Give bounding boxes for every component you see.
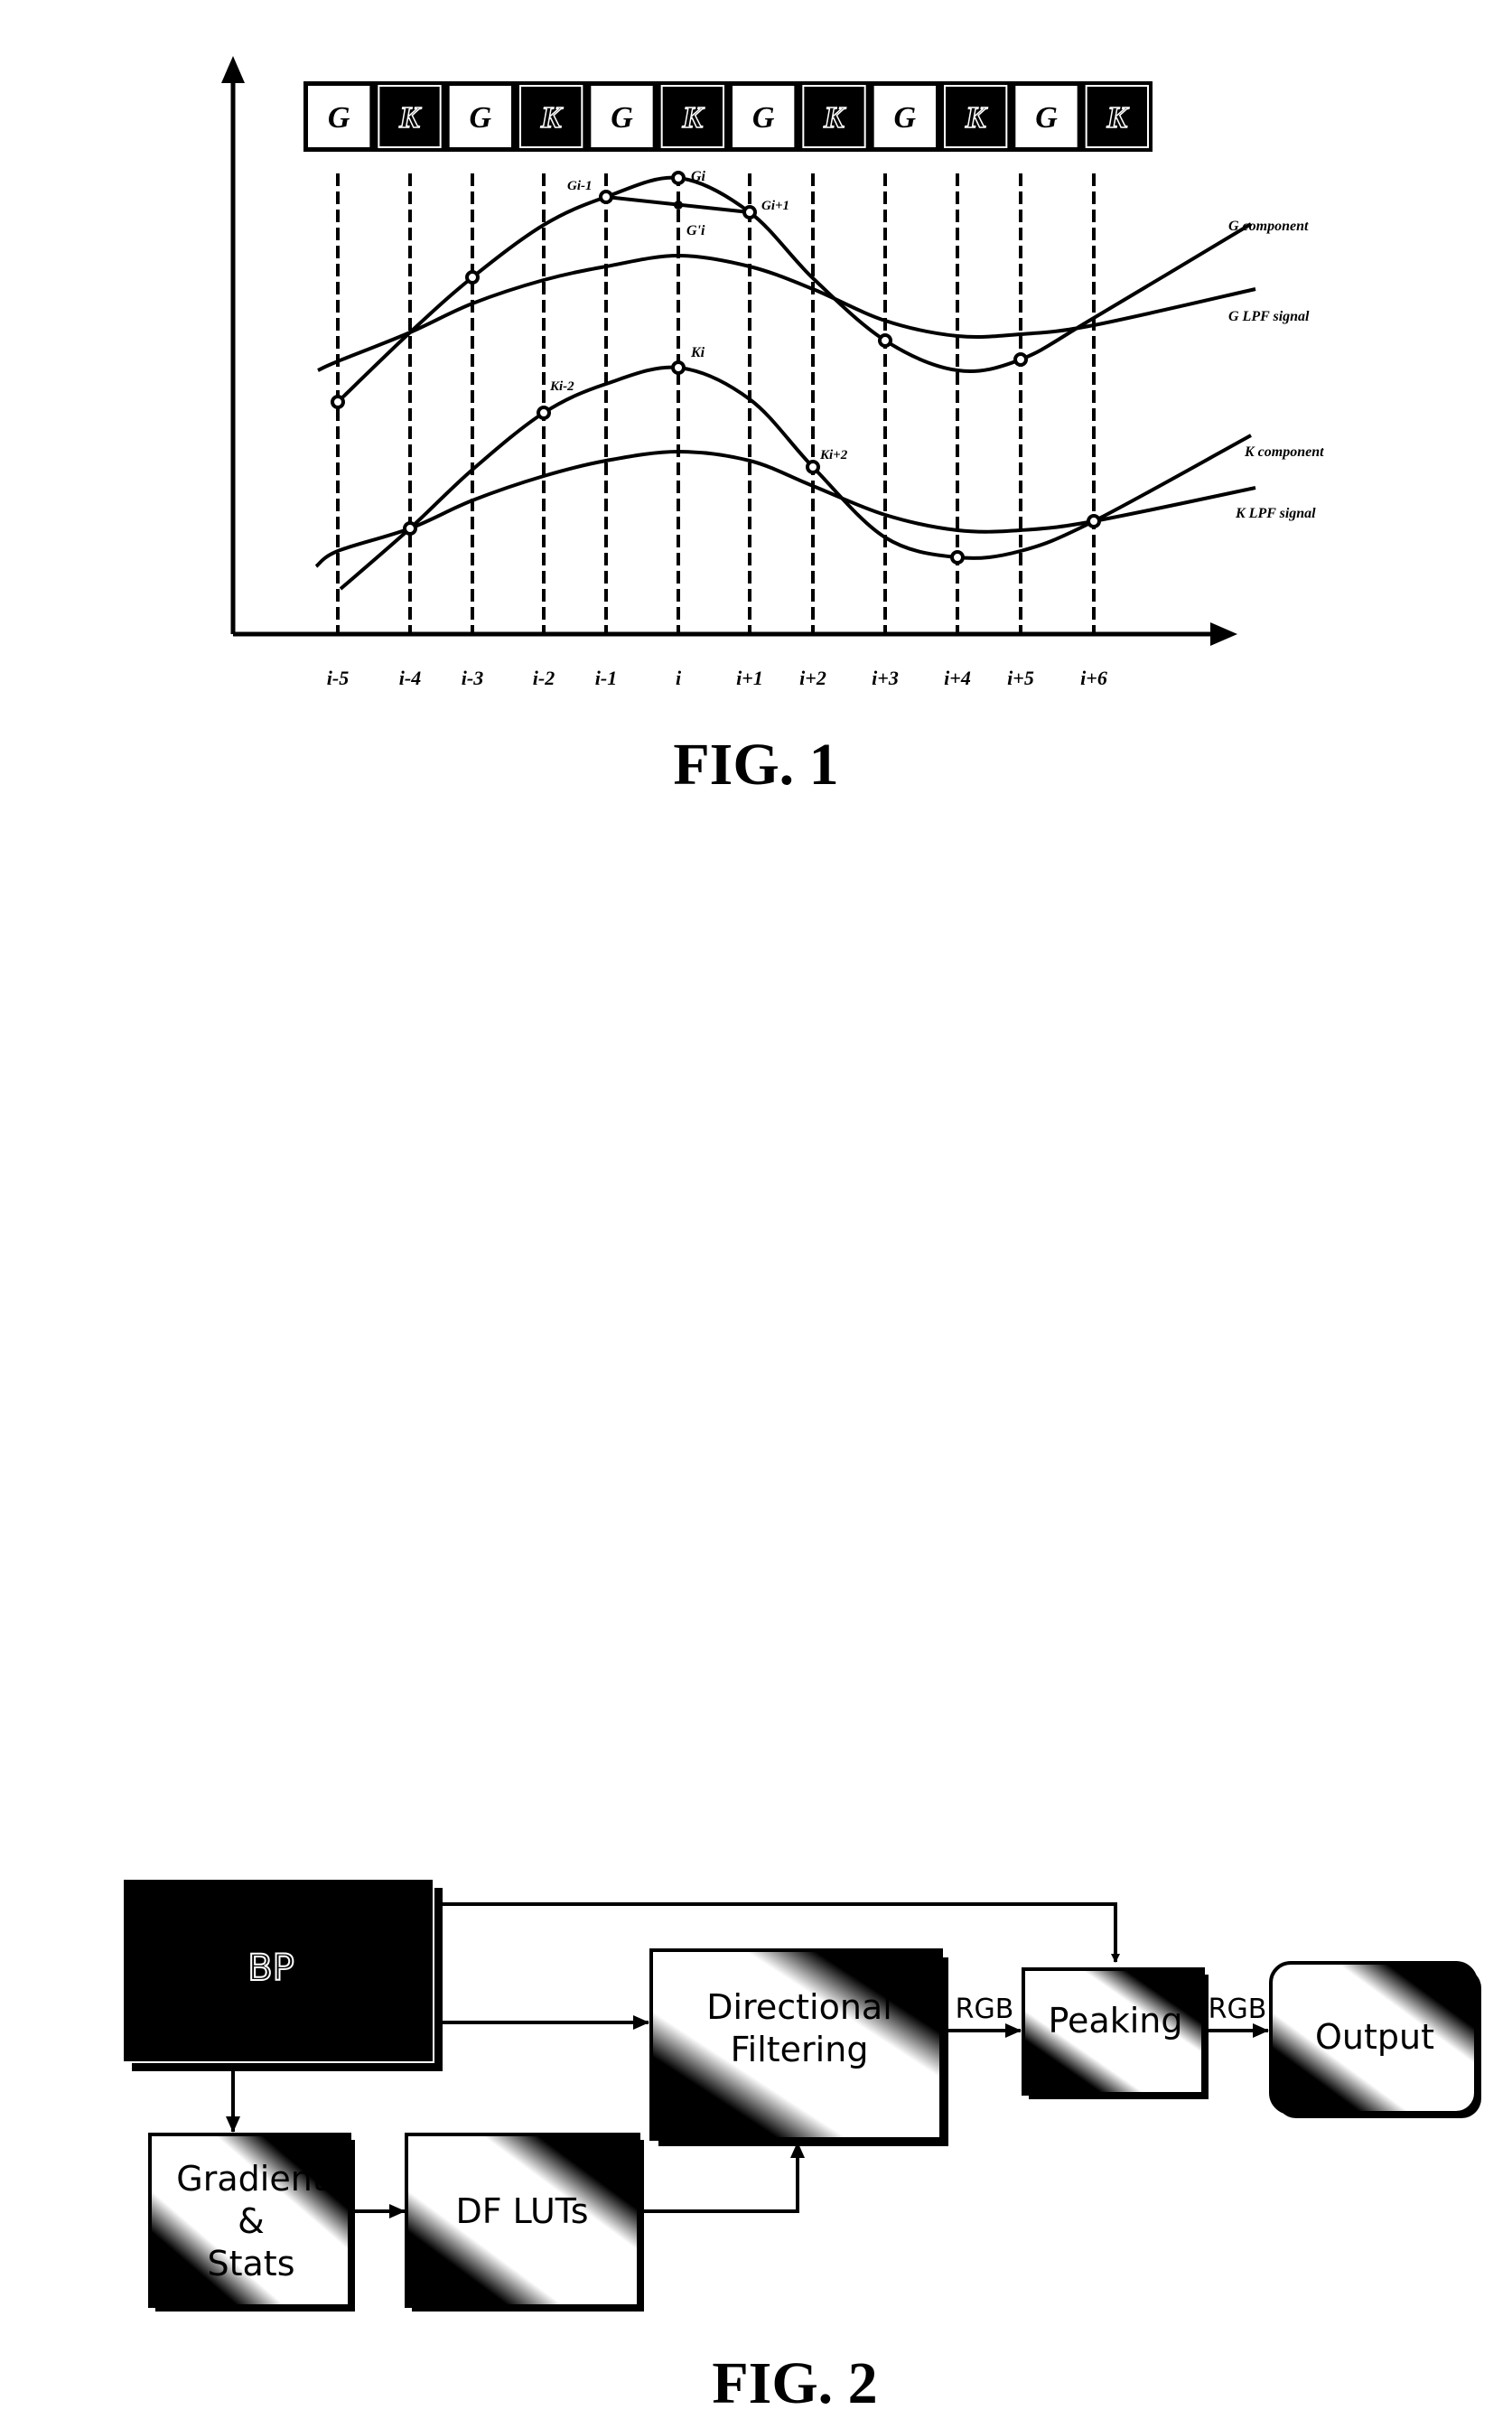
x-tick-label: i-1 <box>595 667 617 689</box>
connector-dfluts-to-directional-filtering <box>641 2142 805 2213</box>
pattern-cell-label: K <box>823 101 846 135</box>
block-bp-label: BP <box>247 1947 294 1989</box>
block-gradient-label-line3: Stats <box>207 2244 294 2284</box>
sample-points <box>331 171 1101 565</box>
block-df-label-line1: Directional <box>706 1987 892 2027</box>
block-df-luts: DF LUTs <box>405 2133 644 2312</box>
pattern-cell-label: K <box>681 101 705 135</box>
label-g-i-plus-1: Gi+1 <box>761 199 789 213</box>
k-sample-point <box>671 360 686 375</box>
x-tick-label: i-3 <box>462 667 483 689</box>
figure-2: RGB RGB BP Directional Filtering Peaking… <box>122 1878 1481 2416</box>
legend-g-lpf: G LPF signal <box>1228 309 1310 324</box>
label-g-i-minus-1: Gi-1 <box>567 179 593 193</box>
block-directional-filtering: Directional Filtering <box>649 1948 948 2146</box>
g-sample-point <box>742 205 757 219</box>
x-tick-label: i+1 <box>736 667 763 689</box>
figure-2-caption: FIG. 2 <box>712 2350 877 2416</box>
x-tick-label: i-5 <box>327 667 349 689</box>
pattern-cell-label: K <box>1106 101 1129 135</box>
g-sample-point <box>878 333 892 348</box>
block-gradient-label-line2: & <box>238 2201 265 2241</box>
g-component-curve <box>336 175 1253 404</box>
sample-grid <box>336 173 1096 632</box>
k-sample-point <box>403 521 417 536</box>
g-sample-point <box>671 171 686 185</box>
x-tick-label: i+3 <box>872 667 899 689</box>
label-k-i-minus-2: Ki-2 <box>549 379 574 394</box>
g-sample-point <box>1013 352 1028 367</box>
x-tick-label: i+6 <box>1080 667 1107 689</box>
g-sample-point <box>331 395 345 409</box>
pattern-cell-label: G <box>894 101 917 135</box>
x-tick-label: i+5 <box>1007 667 1034 689</box>
pattern-cell-label: G <box>752 101 775 135</box>
label-k-i: Ki <box>690 345 705 360</box>
edge-label-rgb-2: RGB <box>1209 1994 1267 2025</box>
x-tick-label: i-4 <box>399 667 421 689</box>
block-output: Output <box>1269 1961 1481 2118</box>
pattern-cell-label: G <box>611 101 633 135</box>
g-lpf-curve <box>317 253 1256 372</box>
block-bp: BP <box>122 1878 443 2071</box>
block-peaking-label: Peaking <box>1049 2001 1183 2041</box>
x-tick-label: i-2 <box>533 667 555 689</box>
label-g-prime-i: G'i <box>686 223 705 238</box>
k-sample-point <box>537 406 551 420</box>
block-gradient-label-line1: Gradient <box>176 2159 325 2199</box>
label-k-i-plus-2: Ki+2 <box>819 448 848 462</box>
patent-figures-page: G K G K G K G K G K G K i-5 i-4 i-3 i-2 i-1 i i+1 i+2 i+3 i+… <box>122 56 1481 2416</box>
k-sample-point <box>950 550 965 565</box>
legend-k-component: K component <box>1244 444 1324 460</box>
y-axis-arrowhead <box>221 56 245 83</box>
block-peaking: Peaking <box>1022 1967 1209 2099</box>
edge-label-rgb-1: RGB <box>956 1994 1014 2025</box>
x-tick-labels: i-5 i-4 i-3 i-2 i-1 i i+1 i+2 i+3 i+4 i+5 i+6 <box>327 667 1107 689</box>
x-tick-label: i <box>676 667 682 689</box>
block-gradient-stats: Gradient & Stats <box>148 2133 355 2312</box>
x-tick-label: i+4 <box>944 667 971 689</box>
figure-1-caption: FIG. 1 <box>673 732 838 798</box>
x-tick-label: i+2 <box>799 667 826 689</box>
block-df-luts-label: DF LUTs <box>455 2191 588 2231</box>
block-output-label: Output <box>1315 2017 1434 2057</box>
x-axis-arrowhead <box>1210 622 1237 646</box>
pattern-cell-label: K <box>965 101 988 135</box>
label-g-i: Gi <box>691 169 706 184</box>
block-df-label-line2: Filtering <box>731 2030 869 2069</box>
pattern-cell-label: K <box>398 101 422 135</box>
interpolated-point-g-prime <box>674 201 683 210</box>
pattern-cell-label: G <box>328 101 350 135</box>
legend-g-component: G component <box>1228 219 1309 234</box>
k-sample-point <box>806 460 820 474</box>
pattern-cell-label: G <box>1035 101 1058 135</box>
figure-1: G K G K G K G K G K G K i-5 i-4 i-3 i-2 i-1 i i+1 i+2 i+3 i+… <box>221 56 1324 798</box>
g-sample-point <box>465 270 480 285</box>
pattern-cell-label: G <box>470 101 492 135</box>
legend-k-lpf: K LPF signal <box>1235 506 1316 521</box>
k-sample-point <box>1087 514 1101 528</box>
g-sample-point <box>599 190 613 204</box>
pattern-cell-label: K <box>540 101 564 135</box>
